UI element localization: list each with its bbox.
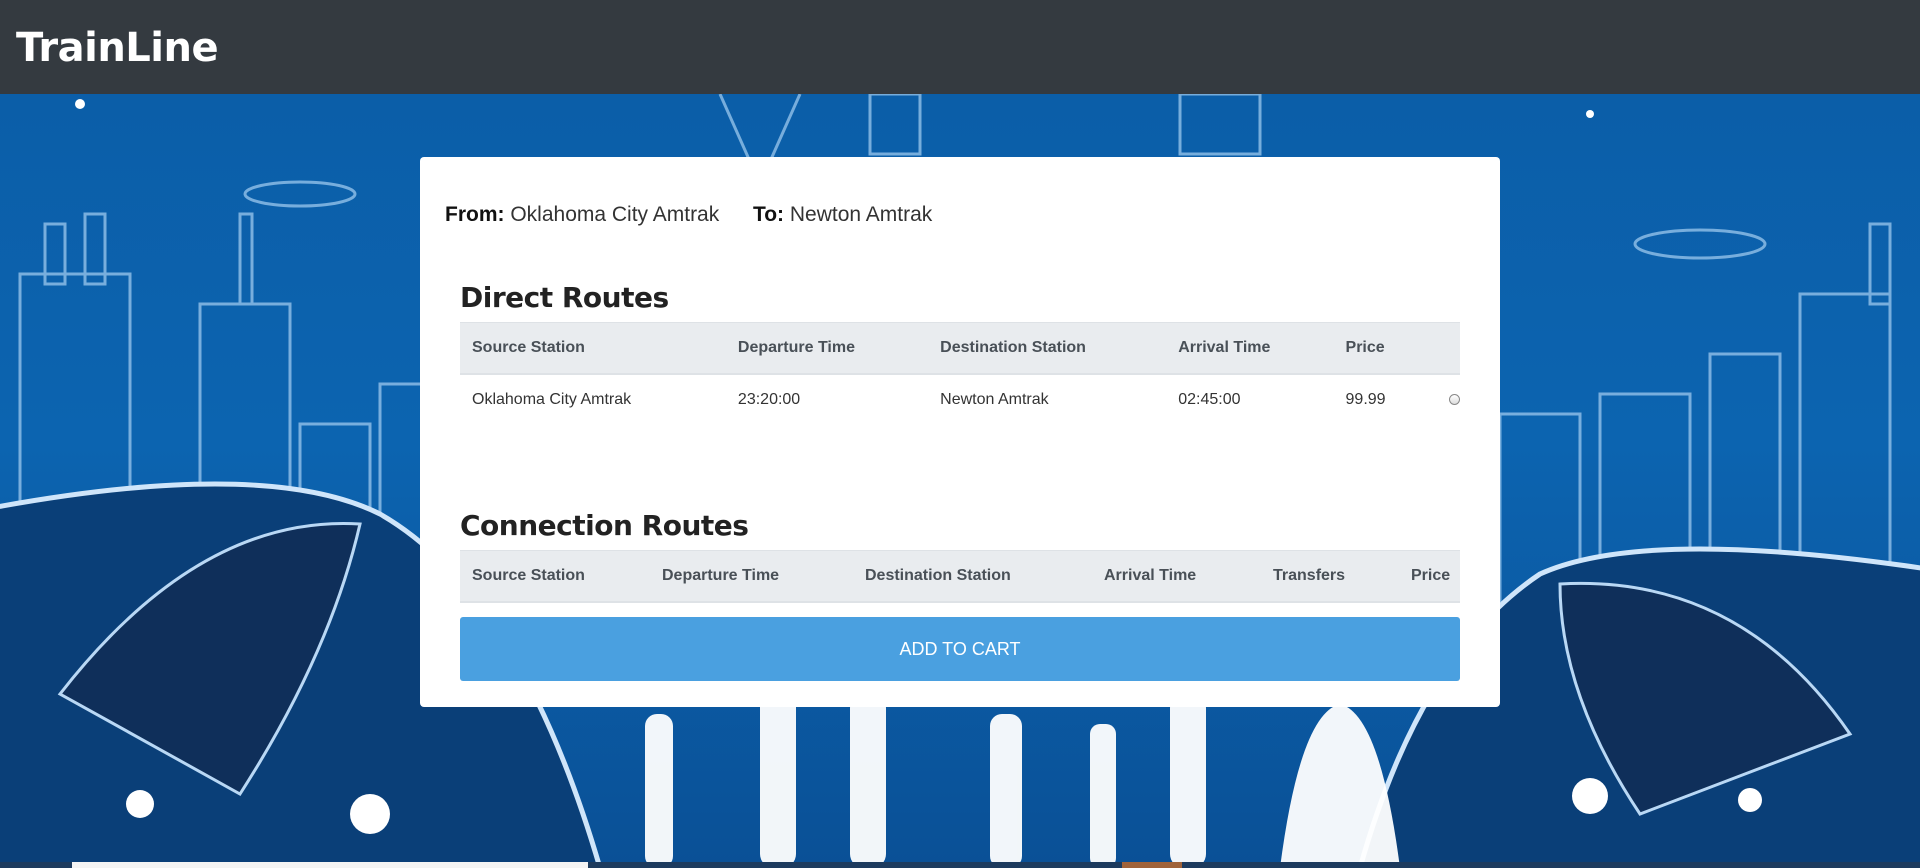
column-header: Price: [1399, 550, 1460, 603]
from-value: Oklahoma City Amtrak: [510, 203, 720, 226]
column-header: Destination Station: [928, 322, 1167, 375]
column-header: Source Station: [460, 550, 650, 603]
column-header: Transfers: [1261, 550, 1399, 603]
cell-select: [1437, 374, 1460, 426]
table-header-row: Source Station Departure Time Destinatio…: [460, 550, 1460, 603]
table-header-row: Source Station Departure Time Destinatio…: [460, 322, 1460, 375]
column-header: Source Station: [460, 322, 726, 375]
brand-logo[interactable]: TrainLine: [16, 28, 219, 68]
cell-source: Oklahoma City Amtrak: [460, 374, 726, 426]
direct-routes-title: Direct Routes: [460, 281, 669, 314]
column-header: Destination Station: [853, 550, 1092, 603]
bottom-strip: [0, 862, 1920, 868]
to-value: Newton Amtrak: [789, 203, 933, 226]
route-summary: From: Oklahoma City Amtrak To: Newton Am…: [445, 203, 932, 227]
column-header: Departure Time: [650, 550, 853, 603]
direct-routes-table: Source Station Departure Time Destinatio…: [460, 322, 1460, 426]
add-to-cart-button[interactable]: ADD TO CART: [460, 617, 1460, 681]
to-label: To:: [752, 203, 785, 226]
column-header: Arrival Time: [1092, 550, 1261, 603]
column-header-select: [1437, 322, 1460, 375]
cell-price: 99.99: [1333, 374, 1437, 426]
table-row[interactable]: Oklahoma City Amtrak 23:20:00 Newton Amt…: [460, 374, 1460, 426]
cell-arrival: 02:45:00: [1166, 374, 1334, 426]
connection-routes-title: Connection Routes: [460, 509, 749, 542]
navbar: TrainLine: [0, 0, 1920, 94]
cell-destination: Newton Amtrak: [928, 374, 1167, 426]
column-header: Arrival Time: [1166, 322, 1334, 375]
cell-departure: 23:20:00: [725, 374, 929, 426]
route-select-radio[interactable]: [1449, 394, 1460, 406]
column-header: Price: [1333, 322, 1437, 375]
route-selection-card: From: Oklahoma City Amtrak To: Newton Am…: [420, 157, 1500, 707]
from-label: From:: [445, 203, 505, 226]
connection-routes-table: Source Station Departure Time Destinatio…: [460, 550, 1460, 603]
column-header: Departure Time: [725, 322, 929, 375]
